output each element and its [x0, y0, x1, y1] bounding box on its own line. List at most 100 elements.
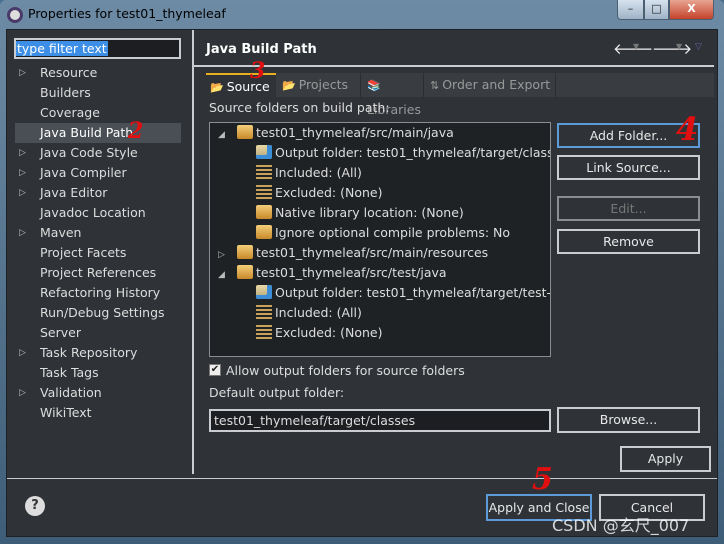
tree-node-label: Ignore optional compile problems: No: [275, 225, 511, 240]
sidebar-item-label: Refactoring History: [40, 285, 161, 300]
sidebar-item[interactable]: ▷ Java Editor: [15, 183, 181, 203]
sidebar-item-label: Java Build Path: [40, 125, 134, 140]
sidebar-item[interactable]: ▷ Java Compiler: [15, 163, 181, 183]
dialog-body: type filter text ▷ Resource Builders Covera…: [6, 29, 718, 537]
expand-icon[interactable]: ▷: [19, 143, 26, 163]
tree-node-label: Output folder: test01_thymeleaf/target/t…: [275, 285, 551, 300]
filter-icon: [256, 305, 272, 319]
filter-icon: [256, 325, 272, 339]
tree-node[interactable]: Ignore optional compile problems: No: [256, 223, 510, 243]
tab-icon: 📚: [367, 79, 381, 92]
folder-icon: [237, 125, 253, 139]
back-menu-icon[interactable]: ▼: [633, 42, 639, 51]
allow-output-label[interactable]: Allow output folders for source folders: [226, 363, 465, 378]
sidebar-item[interactable]: ▷ Resource: [15, 63, 181, 83]
sidebar-item-label: Project References: [40, 265, 157, 280]
footer-divider: [7, 478, 717, 479]
maximize-button[interactable]: □: [644, 0, 669, 20]
close-button[interactable]: X: [669, 0, 714, 20]
divider: [192, 30, 194, 474]
tree-node-label: Excluded: (None): [275, 325, 383, 340]
header-divider: [194, 65, 714, 67]
sidebar-item[interactable]: Javadoc Location: [15, 203, 181, 223]
link-source-button[interactable]: Link Source...: [557, 155, 700, 180]
tree-node[interactable]: Included: (All): [256, 303, 362, 323]
expand-icon[interactable]: ▷: [19, 223, 26, 243]
tree-node[interactable]: ▷ test01_thymeleaf/src/main/resources: [218, 243, 488, 263]
sidebar-item[interactable]: ▷ Task Repository: [15, 343, 181, 363]
tree-node[interactable]: Excluded: (None): [256, 183, 382, 203]
filter-icon: [256, 165, 272, 179]
tab-libraries[interactable]: 📚Libraries: [363, 73, 424, 117]
annotation-4: 4: [676, 110, 699, 148]
tree-node-label: Native library location: (None): [275, 205, 464, 220]
sidebar-item[interactable]: ▷ Maven: [15, 223, 181, 243]
sidebar-item-label: Validation: [40, 385, 102, 400]
tab-icon: 📂: [210, 81, 224, 94]
expand-icon[interactable]: ▷: [19, 63, 26, 83]
sidebar-item[interactable]: Refactoring History: [15, 283, 181, 303]
expand-icon[interactable]: ▷: [19, 343, 26, 363]
sidebar-item[interactable]: Server: [15, 323, 181, 343]
watermark: CSDN @玄尺_007: [552, 516, 690, 535]
tab-label: Projects: [298, 77, 348, 92]
sidebar-item[interactable]: WikiText: [15, 403, 181, 423]
sidebar-item[interactable]: Builders: [15, 83, 181, 103]
allow-output-checkbox[interactable]: ✔: [209, 364, 221, 376]
tree-node[interactable]: Output folder: test01_thymeleaf/target/t…: [256, 283, 551, 303]
expand-icon[interactable]: ▷: [19, 383, 26, 403]
annotation-5: 5: [532, 462, 553, 497]
tab-icon: ⇅: [430, 79, 440, 92]
forward-icon[interactable]: 🡒: [652, 39, 692, 58]
tree-node[interactable]: Native library location: (None): [256, 203, 464, 223]
sidebar-item[interactable]: ▷ Java Code Style: [15, 143, 181, 163]
remove-button[interactable]: Remove: [557, 229, 700, 254]
tab-source[interactable]: 📂 Source: [206, 73, 276, 97]
sidebar-item-label: Server: [40, 325, 81, 340]
folder-icon: [256, 225, 272, 239]
tab-bar: 📂 Source 📂 Projects 📚Libraries ⇅ Order and Exp…: [206, 73, 714, 117]
expand-icon[interactable]: ▷: [218, 245, 237, 265]
expand-icon[interactable]: ▷: [19, 163, 26, 183]
sidebar-item[interactable]: ▷ Validation: [15, 383, 181, 403]
default-output-input[interactable]: test01_thymeleaf/target/classes: [209, 409, 551, 432]
edit-button[interactable]: Edit...: [557, 196, 700, 221]
tree-node-label: test01_thymeleaf/src/test/java: [256, 265, 447, 280]
source-folders-label: Source folders on build path:: [209, 100, 390, 115]
eclipse-icon: [7, 7, 23, 23]
expand-icon[interactable]: ◢: [218, 265, 237, 285]
tree-node[interactable]: Output folder: test01_thymeleaf/target/c…: [256, 143, 550, 163]
apply-button[interactable]: Apply: [620, 446, 711, 472]
sidebar-item[interactable]: Run/Debug Settings: [15, 303, 181, 323]
sidebar-item[interactable]: Java Build Path: [15, 123, 181, 143]
tab-projects[interactable]: 📂 Projects: [278, 73, 361, 97]
sidebar-item-label: Maven: [40, 225, 82, 240]
sidebar-item[interactable]: Project References: [15, 263, 181, 283]
tree-node[interactable]: ◢ test01_thymeleaf/src/main/java: [218, 123, 454, 143]
tree-node[interactable]: Included: (All): [256, 163, 362, 183]
sidebar-item[interactable]: Task Tags: [15, 363, 181, 383]
sidebar-item-label: Javadoc Location: [40, 205, 146, 220]
tree-node[interactable]: ◢ test01_thymeleaf/src/test/java: [218, 263, 447, 283]
expand-icon[interactable]: ◢: [218, 125, 237, 145]
sidebar-item-label: Resource: [40, 65, 98, 80]
browse-button[interactable]: Browse...: [557, 407, 700, 433]
minimize-button[interactable]: –: [617, 0, 644, 20]
filter-input[interactable]: type filter text: [14, 38, 181, 59]
sidebar-item[interactable]: Project Facets: [15, 243, 181, 263]
tab-order-and-export[interactable]: ⇅ Order and Export: [426, 73, 556, 97]
view-menu-icon[interactable]: ▽: [695, 42, 702, 52]
source-folders-tree[interactable]: ◢ test01_thymeleaf/src/main/java Output fo…: [209, 122, 551, 357]
page-title: Java Build Path: [206, 42, 317, 57]
native-icon: [256, 205, 272, 219]
help-icon[interactable]: ?: [25, 496, 45, 516]
sidebar-item-label: Coverage: [40, 105, 100, 120]
forward-menu-icon[interactable]: ▼: [676, 42, 682, 51]
output-icon: [256, 285, 272, 299]
folder-icon: [237, 265, 253, 279]
expand-icon[interactable]: ▷: [19, 183, 26, 203]
sidebar-item-label: Java Compiler: [40, 165, 127, 180]
tree-node[interactable]: Excluded: (None): [256, 323, 382, 343]
folder-icon: [237, 245, 253, 259]
sidebar-item[interactable]: Coverage: [15, 103, 181, 123]
